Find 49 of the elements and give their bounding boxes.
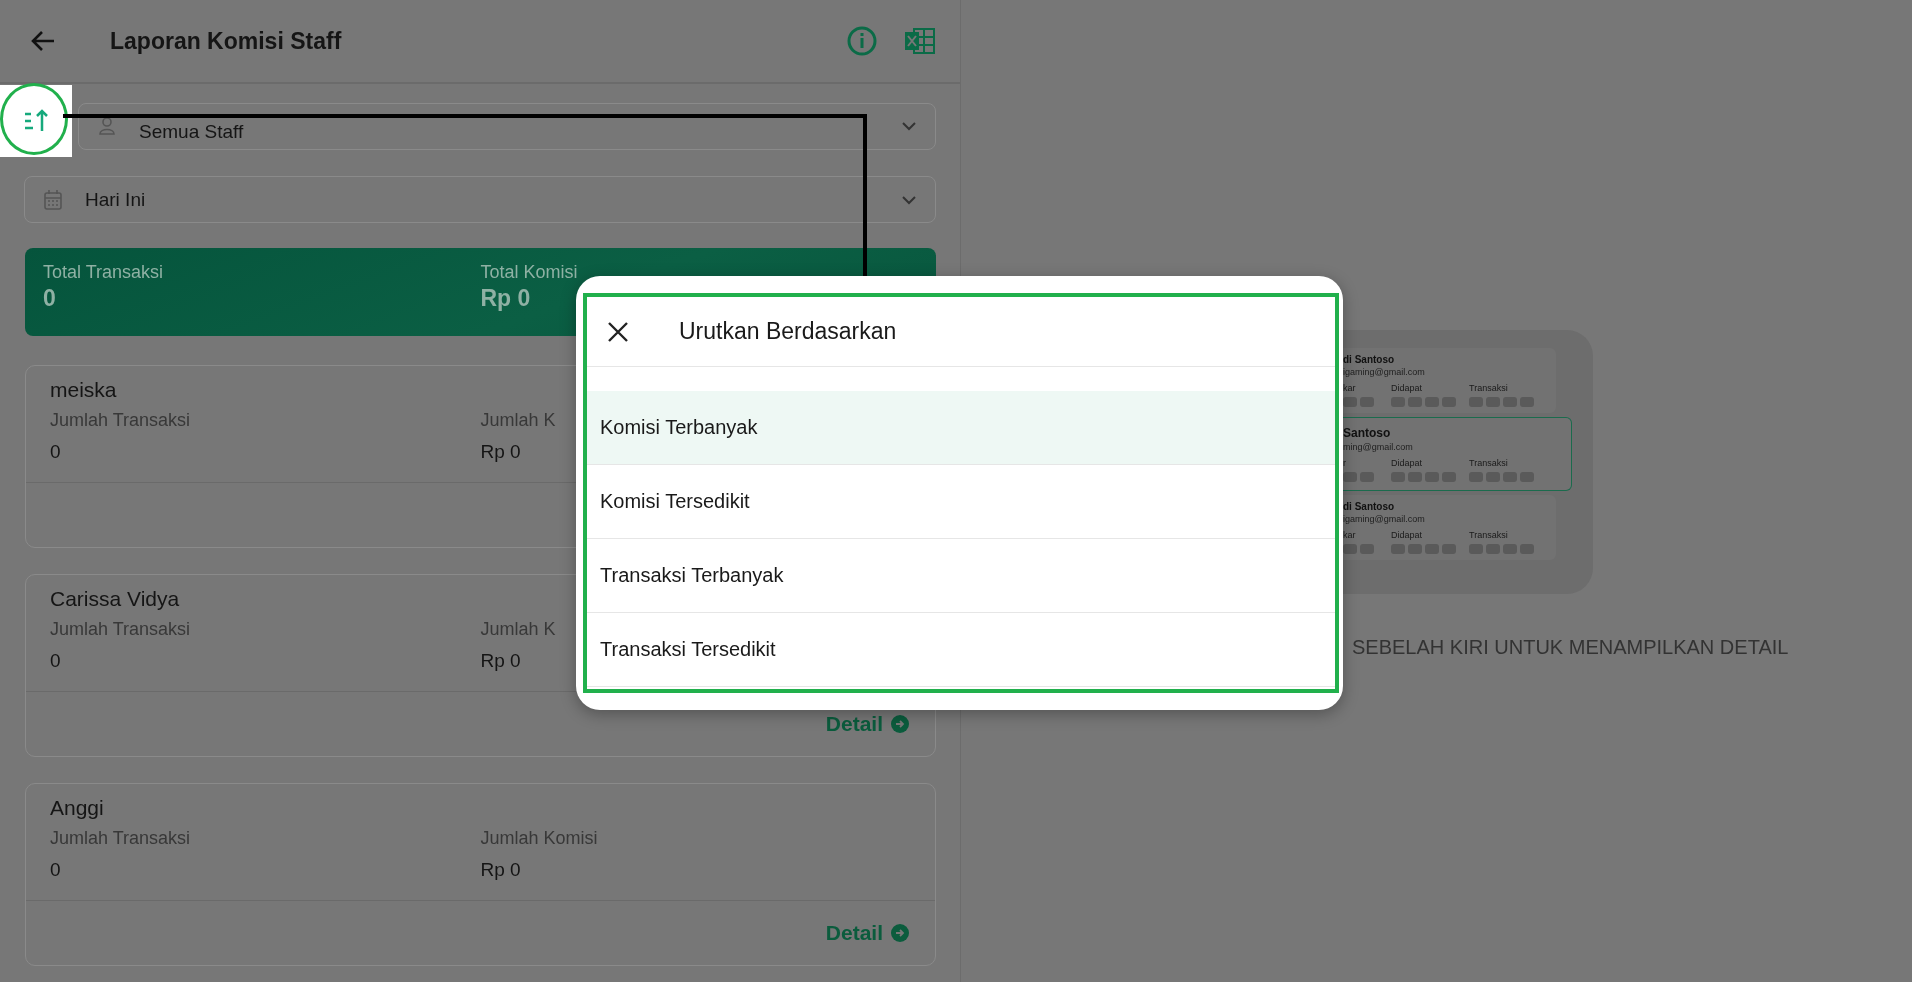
staff-name: Carissa Vidya — [49, 586, 181, 611]
highlight-ring — [0, 83, 68, 155]
stat-value: 0 — [50, 859, 61, 881]
date-dropdown[interactable]: Hari Ini — [24, 176, 936, 223]
staff-name: meiska — [49, 377, 118, 402]
preview-name: Santoso — [1343, 426, 1392, 440]
stat-label: Jumlah Transaksi — [50, 619, 191, 640]
summary-label: Total Komisi — [480, 262, 579, 283]
summary-value: Rp 0 — [480, 285, 532, 312]
close-icon[interactable] — [607, 320, 629, 343]
stat-label: Jumlah Transaksi — [50, 828, 191, 849]
preview-name: di Santoso — [1343, 354, 1396, 365]
arrow-circle-icon — [891, 715, 909, 733]
preview-name: di Santoso — [1343, 501, 1396, 512]
person-icon — [97, 116, 117, 136]
preview-email: igaming@gmail.com — [1343, 367, 1426, 377]
dialog-title: Urutkan Berdasarkan — [679, 318, 897, 345]
stat-label: Jumlah K — [480, 410, 556, 431]
sort-button[interactable] — [0, 85, 72, 157]
calendar-icon — [43, 188, 63, 211]
stat-value: 0 — [50, 650, 61, 672]
preview-label: Transaksi — [1469, 458, 1509, 468]
preview-email: ming@gmail.com — [1343, 442, 1414, 452]
stat-label: Jumlah Komisi — [480, 828, 598, 849]
detail-hint: SEBELAH KIRI UNTUK MENAMPILKAN DETAIL — [1352, 636, 1790, 659]
summary-value: 0 — [43, 285, 57, 312]
page-title: Laporan Komisi Staff — [110, 27, 343, 55]
preview-label: Didapat — [1391, 530, 1424, 540]
arrow-circle-icon — [891, 924, 909, 942]
stat-value: Rp 0 — [480, 650, 521, 672]
preview-email: igaming@gmail.com — [1343, 514, 1426, 524]
staff-dropdown[interactable]: Semua Staff — [78, 102, 936, 150]
stat-label: Jumlah Transaksi — [50, 410, 191, 431]
preview-label: Didapat — [1391, 458, 1424, 468]
stat-value: Rp 0 — [480, 859, 521, 881]
stat-label: Jumlah K — [480, 619, 556, 640]
preview-label: Didapat — [1391, 383, 1424, 393]
back-arrow-icon[interactable] — [30, 30, 56, 52]
staff-name: Anggi — [49, 795, 105, 820]
chevron-down-icon — [901, 121, 917, 131]
preview-label: kar — [1343, 530, 1357, 540]
sort-option[interactable]: Komisi Terbanyak — [587, 391, 1335, 465]
preview-label: Transaksi — [1469, 530, 1509, 540]
stat-value: 0 — [50, 441, 61, 463]
stat-value: Rp 0 — [480, 441, 521, 463]
summary-label: Total Transaksi — [43, 262, 165, 283]
preview-label: kar — [1343, 383, 1357, 393]
preview-label: Transaksi — [1469, 383, 1509, 393]
chevron-down-icon — [901, 194, 917, 205]
